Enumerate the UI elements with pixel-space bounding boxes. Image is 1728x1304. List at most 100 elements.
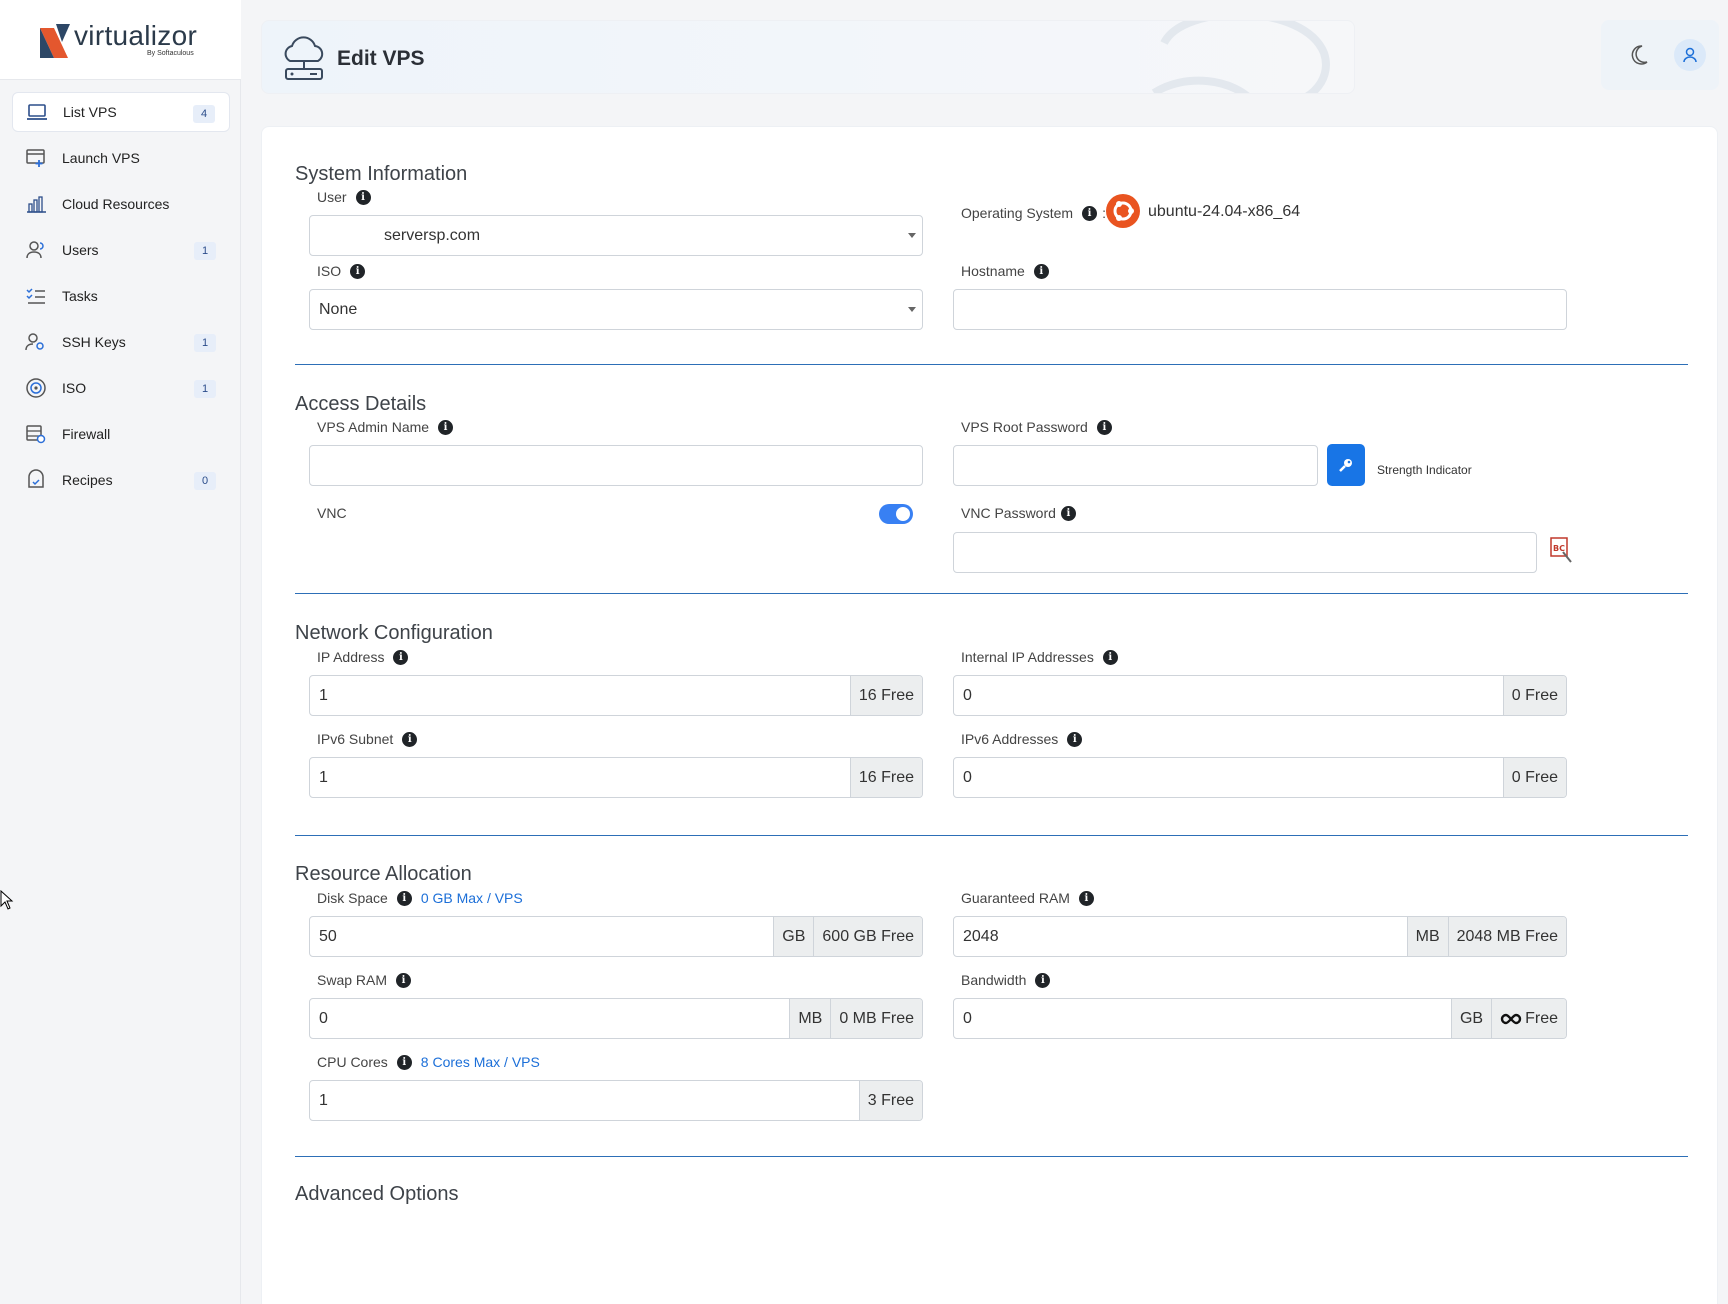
cpu-cores-input[interactable]: 1 3 Free [309, 1080, 923, 1121]
ipv6-subnet-input[interactable]: 1 16 Free [309, 757, 923, 798]
guaranteed-ram-value: 2048 [963, 927, 999, 945]
sidebar-item-label: List VPS [63, 104, 117, 120]
disk-space-label-text: Disk Space [317, 890, 388, 906]
disk-space-input[interactable]: 50 GB 600 GB Free [309, 916, 923, 957]
internal-ip-value: 0 [963, 686, 972, 704]
os-label: Operating System i : [961, 205, 1106, 221]
sidebar-item-launch-vps[interactable]: Launch VPS [12, 138, 230, 178]
bandwidth-label: Bandwidth i [961, 972, 1051, 988]
sidebar-item-label: SSH Keys [62, 334, 126, 350]
generate-password-button[interactable] [1327, 444, 1365, 486]
admin-name-input[interactable] [309, 445, 923, 486]
user-label-text: User [317, 189, 347, 205]
admin-name-label: VPS Admin Name i [317, 419, 454, 435]
user-select-value: serversp.com [384, 226, 481, 244]
ipv6-subnet-value: 1 [319, 768, 328, 786]
hostname-label: Hostname i [961, 263, 1049, 279]
vnc-password-label: VNC Password i [961, 505, 1076, 521]
vnc-label: VNC [317, 505, 347, 521]
section-divider [295, 364, 1688, 365]
info-icon[interactable]: i [1035, 972, 1051, 988]
user-key-icon [24, 330, 48, 354]
info-icon[interactable]: i [1067, 731, 1083, 747]
sidebar-item-list-vps[interactable]: List VPS 4 [12, 92, 230, 132]
disc-icon [24, 376, 48, 400]
info-icon[interactable]: i [1096, 419, 1112, 435]
swap-ram-value: 0 [319, 1009, 328, 1027]
sidebar-item-tasks[interactable]: Tasks [12, 276, 230, 316]
iso-select-value: None [319, 300, 358, 318]
info-icon[interactable]: i [350, 263, 366, 279]
section-system-information: System Information [295, 163, 468, 185]
info-icon[interactable]: i [396, 1054, 412, 1070]
info-icon[interactable]: i [438, 419, 454, 435]
brand-name: virtualizor [74, 20, 198, 51]
info-icon[interactable]: i [1033, 263, 1049, 279]
ipv6-subnet-label-text: IPv6 Subnet [317, 731, 394, 747]
bandwidth-label-text: Bandwidth [961, 972, 1027, 988]
root-password-input[interactable] [953, 445, 1318, 486]
info-icon[interactable]: i [1078, 890, 1094, 906]
sidebar-item-ssh-keys[interactable]: SSH Keys 1 [12, 322, 230, 362]
task-list-icon [24, 284, 48, 308]
cpu-free-addon: 3 Free [858, 1081, 922, 1120]
admin-name-label-text: VPS Admin Name [317, 419, 430, 435]
user-select[interactable]: serversp.com [309, 215, 923, 256]
bandwidth-free-text: Free [1525, 1009, 1558, 1027]
ram-free-addon: 2048 MB Free [1447, 917, 1566, 956]
cpu-cores-value: 1 [319, 1091, 328, 1109]
sidebar-item-users[interactable]: Users 1 [12, 230, 230, 270]
vnc-toggle[interactable] [879, 504, 913, 524]
sidebar-item-label: Recipes [62, 472, 113, 488]
section-advanced-options: Advanced Options [295, 1183, 459, 1205]
info-icon[interactable]: i [1102, 649, 1118, 665]
ip-address-input[interactable]: 1 16 Free [309, 675, 923, 716]
sidebar-item-iso[interactable]: ISO 1 [12, 368, 230, 408]
iso-select[interactable]: None [309, 289, 923, 330]
ip-address-label-text: IP Address [317, 649, 385, 665]
swap-ram-input[interactable]: 0 MB 0 MB Free [309, 998, 923, 1039]
header-decoration [1151, 21, 1330, 93]
bandwidth-input[interactable]: 0 GB Free [953, 998, 1567, 1039]
sidebar-item-label: Users [62, 242, 99, 258]
disk-space-value: 50 [319, 927, 337, 945]
swap-free-addon: 0 MB Free [830, 999, 922, 1038]
info-icon[interactable]: i [396, 890, 412, 906]
guaranteed-ram-label-text: Guaranteed RAM [961, 890, 1070, 906]
ipv6-subnet-label: IPv6 Subnet i [317, 731, 418, 747]
moon-icon[interactable] [1629, 42, 1655, 68]
cpu-cores-label-text: CPU Cores [317, 1054, 388, 1070]
info-icon[interactable]: i [402, 731, 418, 747]
strength-indicator: Strength Indicator [1377, 463, 1472, 477]
info-icon[interactable]: i [1082, 205, 1098, 221]
info-icon[interactable]: i [355, 189, 371, 205]
key-icon [1339, 459, 1352, 472]
sidebar-item-label: Cloud Resources [62, 196, 170, 212]
ipv6-addresses-label-text: IPv6 Addresses [961, 731, 1059, 747]
internal-ip-label: Internal IP Addresses i [961, 649, 1118, 665]
disk-unit-addon: GB [773, 917, 814, 956]
sidebar-item-firewall[interactable]: Firewall [12, 414, 230, 454]
info-icon[interactable]: i [1060, 505, 1076, 521]
sidebar-item-cloud-resources[interactable]: Cloud Resources [12, 184, 230, 224]
random-password-icon[interactable]: BC [1549, 536, 1575, 564]
ipv6-addresses-input[interactable]: 0 0 Free [953, 757, 1567, 798]
cpu-max-link[interactable]: 8 Cores Max / VPS [421, 1054, 540, 1070]
info-icon[interactable]: i [396, 972, 412, 988]
swap-ram-label: Swap RAM i [317, 972, 412, 988]
count-badge: 4 [193, 105, 215, 123]
sidebar-item-recipes[interactable]: Recipes 0 [12, 460, 230, 500]
brand-logo[interactable]: virtualizor By Softaculous [0, 0, 241, 80]
disk-max-link[interactable]: 0 GB Max / VPS [421, 890, 523, 906]
internal-ip-input[interactable]: 0 0 Free [953, 675, 1567, 716]
bandwidth-free-addon: Free [1491, 999, 1566, 1038]
guaranteed-ram-input[interactable]: 2048 MB 2048 MB Free [953, 916, 1567, 957]
ip-address-label: IP Address i [317, 649, 409, 665]
os-label-text: Operating System [961, 205, 1074, 221]
hostname-input[interactable] [953, 289, 1567, 330]
user-icon[interactable] [1674, 39, 1706, 71]
brand-sub: By Softaculous [147, 50, 194, 57]
vnc-password-input[interactable] [953, 532, 1537, 573]
ip-free-addon: 16 Free [849, 676, 922, 715]
info-icon[interactable]: i [393, 649, 409, 665]
